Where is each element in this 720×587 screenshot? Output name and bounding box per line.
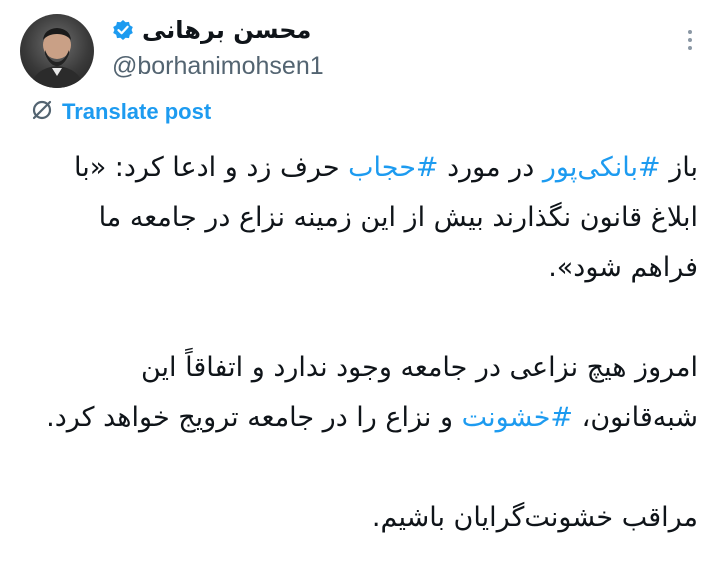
tweet-header: محسن برهانی @borhanimohsen1: [0, 0, 720, 100]
translate-icon: [30, 98, 54, 126]
translate-label: Translate post: [62, 99, 212, 124]
author-handle[interactable]: @borhanimohsen1: [112, 52, 324, 81]
avatar[interactable]: [20, 14, 94, 88]
more-dot: [688, 38, 692, 42]
tweet-paragraph: مراقب خشونت‌گرایان باشیم.: [38, 493, 698, 543]
text-segment: در مورد: [438, 152, 543, 183]
hashtag-link[interactable]: #بانکی‌پور: [543, 152, 661, 183]
text-segment: باز: [660, 152, 698, 183]
tweet-paragraph: باز #بانکی‌پور در مورد #حجاب حرف زد و اد…: [38, 143, 698, 293]
text-segment: و نزاع را در جامعه ترویج خواهد کرد.: [46, 402, 462, 433]
text-segment: مراقب خشونت‌گرایان باشیم.: [371, 502, 698, 533]
more-dot: [688, 46, 692, 50]
translate-post-button[interactable]: Translate post: [30, 98, 211, 126]
more-dot: [688, 30, 692, 34]
author-name-row[interactable]: محسن برهانی: [112, 16, 311, 44]
hashtag-link[interactable]: #خشونت: [462, 402, 573, 433]
more-options-icon[interactable]: [688, 30, 692, 50]
verified-badge-icon: [112, 19, 134, 41]
hashtag-link[interactable]: #حجاب: [348, 152, 438, 183]
tweet-paragraph: امروز هیچ نزاعی در جامعه وجود ندارد و ات…: [38, 343, 698, 443]
tweet-text: باز #بانکی‌پور در مورد #حجاب حرف زد و اد…: [38, 143, 698, 543]
author-name[interactable]: محسن برهانی: [142, 16, 311, 44]
